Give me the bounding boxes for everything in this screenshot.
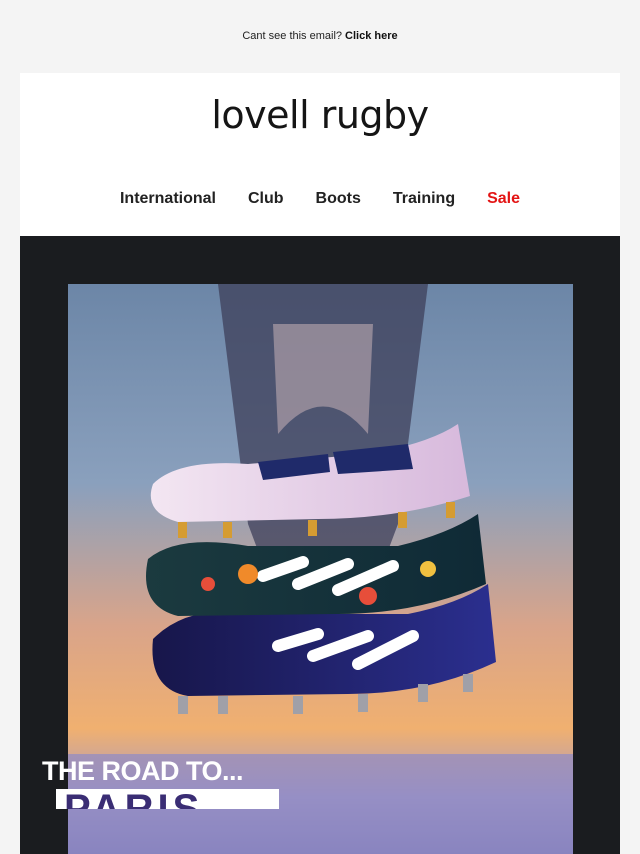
hero-banner[interactable]: THE ROAD TO... PARIS [20,236,620,854]
nav-sale[interactable]: Sale [471,189,536,209]
hero-headline-big: PARIS [56,789,279,809]
hero-headline: THE ROAD TO... [42,756,244,786]
main-nav: International Club Boots Training Sale [20,189,620,209]
nav-club[interactable]: Club [232,189,300,209]
view-online-link[interactable]: Click here [345,30,398,42]
nav-training[interactable]: Training [377,189,471,209]
preheader-text: Cant see this email? [242,30,343,42]
email-body: lovell rugby International Club Boots Tr… [20,73,620,854]
preheader: Cant see this email? Click here [0,0,640,72]
brand-logo[interactable]: lovell rugby [20,93,620,137]
nav-boots[interactable]: Boots [300,189,377,209]
nav-international[interactable]: International [104,189,232,209]
